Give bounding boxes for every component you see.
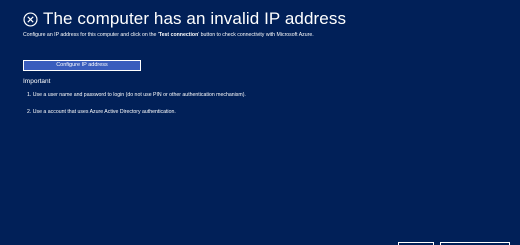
configure-ip-address-button[interactable]: Configure IP address [23, 60, 141, 71]
subtitle-text-before: Configure an IP address for this compute… [23, 32, 159, 38]
subtitle-text-after: ' button to check connectivity with Micr… [198, 32, 314, 38]
circle-x-icon [23, 11, 38, 27]
page-title: The computer has an invalid IP address [43, 9, 347, 28]
page-subtitle: Configure an IP address for this compute… [23, 32, 314, 39]
important-list: 1. Use a user name and password to login… [27, 92, 246, 126]
important-heading: Important [23, 78, 51, 85]
important-item-2: 2. Use a account that uses Azure Active … [27, 109, 176, 115]
title-row: The computer has an invalid IP address [23, 10, 346, 28]
error-screen: The computer has an invalid IP address C… [0, 0, 520, 245]
subtitle-test-connection: Test connection [158, 32, 199, 38]
important-item-1: 1. Use a user name and password to login… [27, 92, 246, 98]
